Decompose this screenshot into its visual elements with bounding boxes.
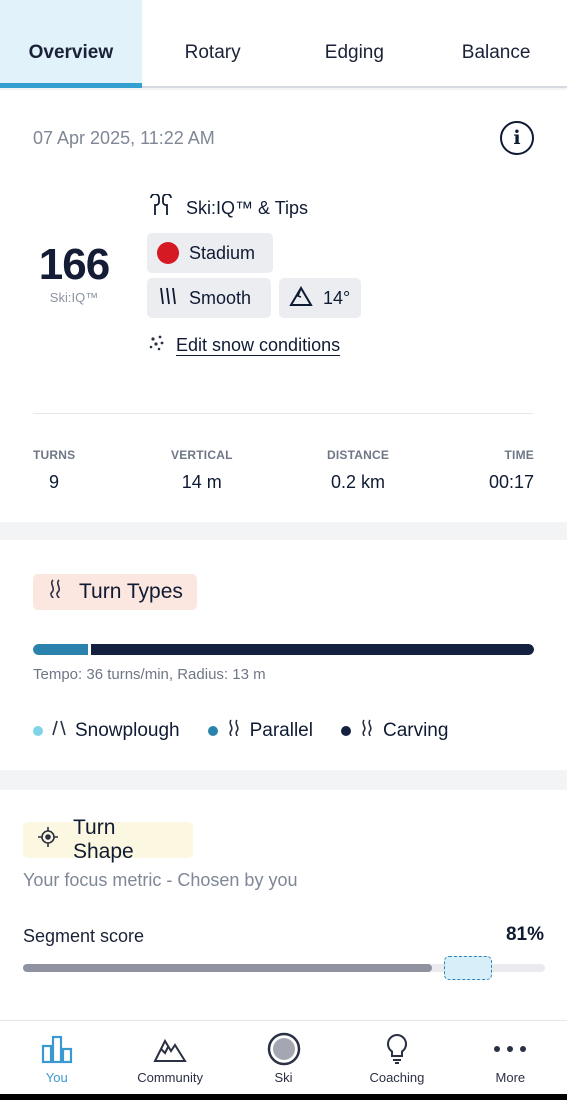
slope-label: 14°	[323, 287, 351, 308]
tab-overview[interactable]: Overview	[0, 0, 142, 88]
nav-ski[interactable]: Ski	[227, 1021, 340, 1100]
red-dot-icon	[157, 242, 179, 264]
segment-score-label: Segment score	[23, 926, 145, 946]
stat-label: TURNS	[33, 448, 76, 462]
carving-wave-icon	[359, 718, 375, 744]
snow-chip: Smooth	[147, 278, 271, 318]
slope-chip: 14°	[279, 278, 361, 318]
nav-you[interactable]: You	[0, 1021, 113, 1100]
nav-label: You	[45, 1070, 68, 1085]
nav-label: Community	[137, 1070, 203, 1085]
tempo-text: Tempo: 36 turns/min, Radius: 13 m	[33, 666, 266, 683]
turn-shape-card[interactable]: Turn Shape Your focus metric - Chosen by…	[0, 790, 567, 1020]
legend-carving: Carving	[340, 718, 449, 744]
parallel-segment	[33, 644, 88, 655]
stat-value: 00:17	[488, 472, 534, 492]
more-dots-icon	[492, 1033, 528, 1065]
legend-label: Parallel	[249, 720, 313, 741]
legend-label: Snowplough	[75, 720, 180, 741]
snow-lines-icon	[157, 285, 179, 312]
legend-snowplough: Snowplough	[33, 719, 180, 743]
segment-score-bar	[23, 956, 545, 980]
segment-score-value: 81%	[505, 924, 544, 945]
snowplough-icon	[51, 719, 67, 743]
earbuds-icon	[148, 193, 174, 223]
nav-label: Ski	[274, 1070, 293, 1085]
ski-iq-tips-link[interactable]: Ski:IQ™ & Tips	[148, 193, 309, 223]
snowplough-dot	[33, 726, 43, 736]
turn-types-title: Turn Types	[79, 580, 183, 603]
target-icon	[37, 826, 59, 854]
tab-bar: Overview Rotary Edging Balance	[0, 0, 567, 88]
nav-label: More	[495, 1070, 526, 1085]
parallel-dot	[207, 726, 218, 736]
edit-snow-label: Edit snow conditions	[176, 335, 341, 355]
stat-distance: DISTANCE 0.2 km	[327, 448, 389, 493]
turn-types-legend: Snowplough Parallel Carving	[33, 718, 476, 744]
stat-label: DISTANCE	[327, 448, 390, 462]
focus-metric-subtitle: Your focus metric - Chosen by you	[23, 870, 298, 890]
lightbulb-icon	[385, 1033, 409, 1065]
segment-score-fill	[23, 964, 432, 972]
run-type-label: Stadium	[189, 242, 256, 263]
turn-shape-title: Turn Shape	[73, 816, 134, 863]
parallel-wave-icon	[226, 718, 242, 744]
slope-triangle-icon	[289, 285, 313, 312]
stat-vertical: VERTICAL 14 m	[171, 448, 233, 493]
turn-types-badge: Turn Types	[33, 574, 197, 610]
tab-rotary[interactable]: Rotary	[142, 0, 284, 86]
tips-label: Ski:IQ™ & Tips	[186, 198, 309, 218]
legend-label: Carving	[382, 720, 449, 741]
stat-time: TIME 00:17	[484, 448, 534, 493]
tab-balance[interactable]: Balance	[425, 0, 567, 86]
edit-snow-conditions-link[interactable]: Edit snow conditions	[148, 334, 340, 357]
ski-iq-score: 166 Ski:IQ™	[30, 240, 118, 305]
nav-community[interactable]: Community	[113, 1021, 226, 1100]
turn-types-bar	[33, 644, 534, 655]
stat-value: 14 m	[181, 472, 222, 492]
mountains-icon	[153, 1033, 187, 1065]
tab-edging[interactable]: Edging	[284, 0, 426, 86]
chart-bars-icon	[41, 1033, 73, 1065]
nav-label: Coaching	[369, 1070, 425, 1085]
run-type-chip: Stadium	[147, 233, 273, 273]
carving-segment	[91, 644, 534, 655]
legend-parallel: Parallel	[207, 718, 313, 744]
stat-label: TIME	[504, 448, 534, 462]
score-value: 166	[38, 240, 110, 289]
turn-shape-badge: Turn Shape	[23, 816, 193, 863]
carving-dot	[340, 726, 351, 736]
snow-label: Smooth	[189, 287, 252, 308]
stat-value: 9	[49, 472, 60, 492]
score-label: Ski:IQ™	[49, 290, 99, 305]
turn-wave-icon	[47, 578, 65, 606]
turn-types-card[interactable]: Turn Types Tempo: 36 turns/min, Radius: …	[0, 540, 567, 770]
record-circle-icon	[267, 1032, 301, 1066]
run-date: 07 Apr 2025, 11:22 AM	[33, 128, 215, 148]
stat-value: 0.2 km	[331, 472, 386, 492]
screen-bottom-edge	[0, 1094, 567, 1100]
snowflake-icon	[148, 334, 166, 357]
nav-coaching[interactable]: Coaching	[340, 1021, 453, 1100]
stat-turns: TURNS 9	[33, 448, 75, 493]
info-icon[interactable]: i	[500, 121, 534, 155]
bottom-nav: You Community Ski Coaching More	[0, 1020, 567, 1100]
nav-more[interactable]: More	[454, 1021, 567, 1100]
stat-label: VERTICAL	[171, 448, 233, 462]
divider	[33, 413, 533, 414]
summary-card: 07 Apr 2025, 11:22 AM i 166 Ski:IQ™ Ski:…	[0, 90, 567, 522]
segment-score-marker	[444, 956, 492, 980]
app-screen: Overview Rotary Edging Balance 07 Apr 20…	[0, 0, 567, 1100]
